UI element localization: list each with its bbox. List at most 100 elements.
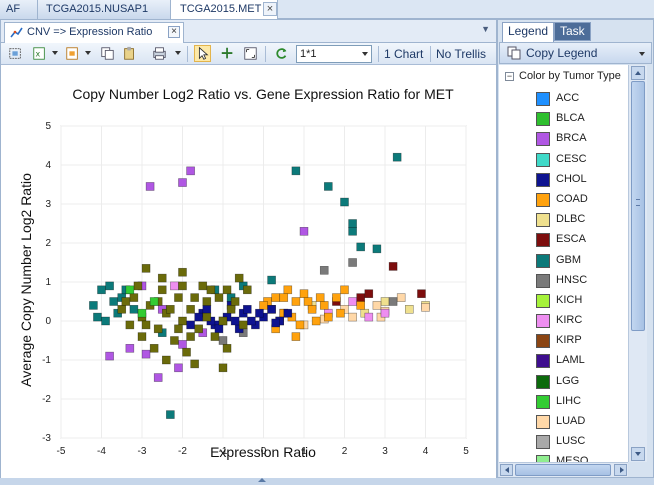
legend-item[interactable]: GBM <box>499 251 634 271</box>
point-chol[interactable] <box>186 320 195 330</box>
point-coad[interactable] <box>295 320 305 330</box>
point-chol[interactable] <box>255 308 264 318</box>
scrollbar-thumb[interactable] <box>631 81 645 331</box>
point-lgg[interactable] <box>206 285 216 295</box>
point-dlbc[interactable] <box>380 297 390 306</box>
point-coad[interactable] <box>332 293 341 302</box>
point-coad[interactable] <box>307 305 317 314</box>
point-coad[interactable] <box>299 289 309 298</box>
point-kirc[interactable] <box>348 297 357 306</box>
point-coad[interactable] <box>356 301 366 310</box>
point-luad[interactable] <box>372 301 382 310</box>
scroll-right-icon[interactable] <box>614 464 627 476</box>
point-lgg[interactable] <box>166 305 175 314</box>
point-coad[interactable] <box>303 297 313 306</box>
point-lgg[interactable] <box>198 281 208 291</box>
point-luad[interactable] <box>348 312 357 322</box>
export-dropdown-icon[interactable] <box>52 51 58 55</box>
point-lgg[interactable] <box>174 293 183 302</box>
scrollbar-thumb[interactable] <box>515 464 611 476</box>
point-lgg[interactable] <box>141 264 151 273</box>
legend-horizontal-scrollbar[interactable] <box>499 462 628 477</box>
point-kirc[interactable] <box>380 308 390 318</box>
legend-item[interactable]: BLCA <box>499 109 634 129</box>
point-gbm[interactable] <box>356 242 366 252</box>
bottom-splitter[interactable] <box>0 478 654 485</box>
point-coad[interactable] <box>319 301 329 310</box>
point-coad[interactable] <box>336 308 345 318</box>
legend-item[interactable]: MESO <box>499 452 634 462</box>
point-gbm[interactable] <box>372 244 382 254</box>
point-coad[interactable] <box>311 316 321 326</box>
point-gbm[interactable] <box>392 152 402 162</box>
point-coad[interactable] <box>259 301 268 310</box>
point-brca[interactable] <box>125 343 135 353</box>
point-esca[interactable] <box>388 262 398 271</box>
point-gbm[interactable] <box>97 285 106 295</box>
point-lihc[interactable] <box>137 308 147 318</box>
point-lgg[interactable] <box>178 316 187 326</box>
chart-type-dropdown-icon[interactable] <box>85 51 91 55</box>
tab-legend[interactable]: Legend <box>502 22 555 42</box>
point-lihc[interactable] <box>125 285 135 295</box>
point-lgg[interactable] <box>149 343 159 353</box>
point-brca[interactable] <box>186 166 195 176</box>
point-lgg[interactable] <box>153 324 163 334</box>
point-brca[interactable] <box>299 227 309 236</box>
point-esca[interactable] <box>417 289 426 298</box>
point-esca[interactable] <box>364 289 374 298</box>
legend-item[interactable]: LUAD <box>499 412 634 432</box>
point-lgg[interactable] <box>129 293 139 302</box>
legend-vertical-scrollbar[interactable] <box>628 65 647 462</box>
point-lgg[interactable] <box>162 355 171 365</box>
point-lgg[interactable] <box>157 285 167 295</box>
point-lgg[interactable] <box>178 281 187 291</box>
point-luad[interactable] <box>421 303 430 312</box>
point-lihc[interactable] <box>149 297 159 306</box>
point-gbm[interactable] <box>89 301 98 310</box>
paste-icon[interactable] <box>121 45 138 62</box>
point-brca[interactable] <box>153 373 163 382</box>
point-coad[interactable] <box>315 293 325 302</box>
copy-icon[interactable] <box>99 45 116 62</box>
point-lgg[interactable] <box>194 324 203 334</box>
point-gbm[interactable] <box>323 182 333 191</box>
point-gbm[interactable] <box>348 227 357 236</box>
zoom-fit-icon[interactable] <box>242 45 259 62</box>
point-lgg[interactable] <box>234 273 244 283</box>
point-coad[interactable] <box>271 293 280 302</box>
legend-item[interactable]: ACC <box>499 89 634 109</box>
point-chol[interactable] <box>243 305 252 314</box>
splitter-grip-icon[interactable] <box>258 478 266 482</box>
export-excel-icon[interactable]: x <box>31 45 48 62</box>
pointer-icon[interactable] <box>194 45 211 62</box>
point-lgg[interactable] <box>178 267 187 277</box>
select-data-icon[interactable] <box>7 45 24 62</box>
legend-item[interactable]: CHOL <box>499 170 634 190</box>
doc-tab-af[interactable]: AF <box>0 0 38 19</box>
point-chol[interactable] <box>267 305 276 314</box>
point-chol[interactable] <box>230 316 240 326</box>
point-lgg[interactable] <box>133 281 143 291</box>
legend-item[interactable]: LIHC <box>499 392 634 412</box>
point-gbm[interactable] <box>166 410 175 419</box>
point-chol[interactable] <box>202 305 212 314</box>
point-coad[interactable] <box>340 285 349 295</box>
point-lgg[interactable] <box>226 305 236 314</box>
point-lgg[interactable] <box>141 320 151 330</box>
chart-tab-cnv-expression[interactable]: CNV => Expression Ratio × <box>4 22 184 43</box>
point-brca[interactable] <box>174 363 183 373</box>
trellis-button[interactable]: No Trellis <box>436 47 486 61</box>
point-lgg[interactable] <box>186 332 195 341</box>
legend-item[interactable]: LAML <box>499 351 634 371</box>
point-gbm[interactable] <box>105 281 114 291</box>
point-lgg[interactable] <box>190 293 199 302</box>
point-lgg[interactable] <box>238 320 248 330</box>
point-coad[interactable] <box>291 332 301 341</box>
point-lgg[interactable] <box>202 297 212 306</box>
point-gbm[interactable] <box>340 197 349 207</box>
point-gbm[interactable] <box>267 275 276 285</box>
point-hnsc[interactable] <box>388 297 398 306</box>
point-kirc[interactable] <box>364 312 374 322</box>
point-gbm[interactable] <box>348 219 357 228</box>
